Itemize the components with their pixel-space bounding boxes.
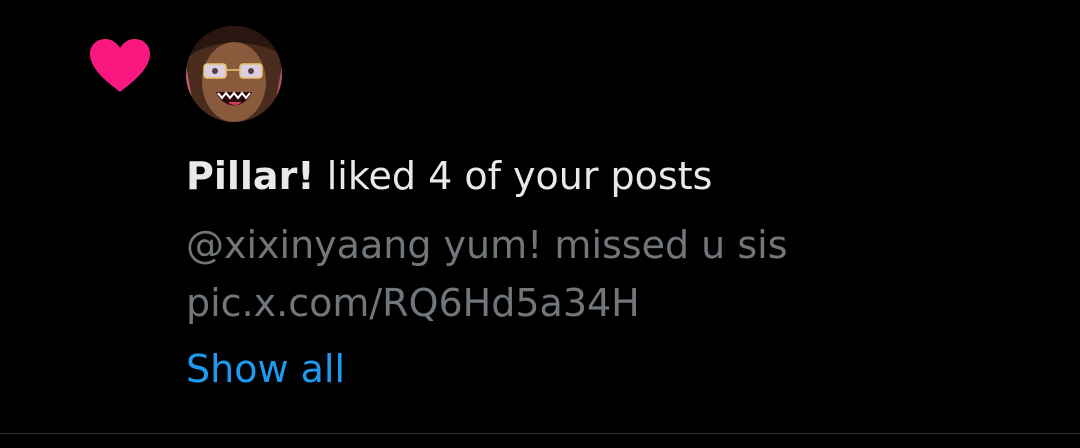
post-preview-text[interactable]: @xixinyaang yum! missed u sis pic.x.com/…: [186, 216, 1046, 332]
notification-headline: Pillar! liked 4 of your posts: [186, 148, 1056, 204]
like-notification[interactable]: Pillar! liked 4 of your posts @xixinyaan…: [0, 0, 1080, 448]
user-avatar[interactable]: [186, 26, 282, 122]
action-text: liked 4 of your posts: [314, 154, 713, 198]
user-name[interactable]: Pillar!: [186, 154, 315, 198]
notification-content: Pillar! liked 4 of your posts @xixinyaan…: [186, 148, 1056, 394]
show-all-link[interactable]: Show all: [186, 344, 345, 394]
divider: [0, 433, 1080, 434]
heart-icon: [90, 39, 150, 92]
